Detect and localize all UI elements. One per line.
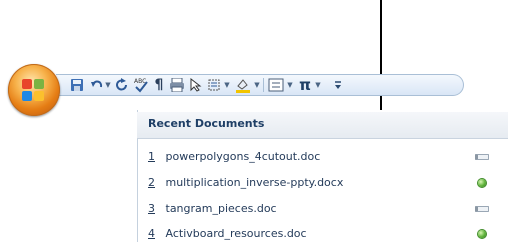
shading-color-icon[interactable]	[234, 75, 252, 95]
recent-document-item-3[interactable]: 3 tangram_pieces.doc	[148, 199, 493, 219]
office-logo-icon	[22, 79, 46, 103]
paragraph-mark-icon[interactable]: ¶	[152, 75, 166, 95]
document-name: multiplication_inverse-ppty.docx	[165, 176, 344, 189]
office-button[interactable]	[8, 64, 60, 116]
redo-icon[interactable]	[114, 75, 130, 95]
recent-document-item-1[interactable]: 1 powerpolygons_4cutout.doc	[148, 147, 493, 167]
recent-document-item-2[interactable]: 2 multiplication_inverse-ppty.docx	[148, 173, 493, 193]
item-number: 3	[148, 202, 155, 215]
item-number: 2	[148, 176, 155, 189]
undo-icon[interactable]	[89, 75, 105, 95]
customize-toolbar-icon[interactable]	[332, 75, 344, 95]
item-number: 4	[148, 227, 155, 240]
equation-pi-icon[interactable]: π	[297, 75, 313, 95]
toolbar-separator	[263, 78, 264, 92]
border-style-dropdown-icon[interactable]: ▼	[286, 75, 294, 95]
document-name: tangram_pieces.doc	[165, 202, 277, 215]
item-number: 1	[148, 150, 155, 163]
unpinned-icon[interactable]	[474, 151, 490, 163]
text-box-icon[interactable]	[206, 75, 222, 95]
recent-documents-title: Recent Documents	[148, 117, 265, 130]
shading-color-dropdown-icon[interactable]: ▼	[253, 75, 261, 95]
pinned-icon[interactable]	[474, 228, 490, 240]
spelling-check-icon[interactable]: ABC	[132, 75, 150, 95]
text-box-dropdown-icon[interactable]: ▼	[223, 75, 231, 95]
equation-dropdown-icon[interactable]: ▼	[314, 75, 322, 95]
unpinned-icon[interactable]	[474, 203, 490, 215]
pinned-icon[interactable]	[474, 177, 490, 189]
document-name: Activboard_resources.doc	[165, 227, 307, 240]
select-pointer-icon[interactable]	[189, 75, 203, 95]
recent-document-item-4[interactable]: 4 Activboard_resources.doc	[148, 224, 493, 244]
print-icon[interactable]	[168, 75, 186, 95]
border-style-icon[interactable]	[267, 75, 285, 95]
save-icon[interactable]	[68, 75, 86, 95]
undo-dropdown-icon[interactable]: ▼	[104, 75, 112, 95]
document-name: powerpolygons_4cutout.doc	[165, 150, 321, 163]
